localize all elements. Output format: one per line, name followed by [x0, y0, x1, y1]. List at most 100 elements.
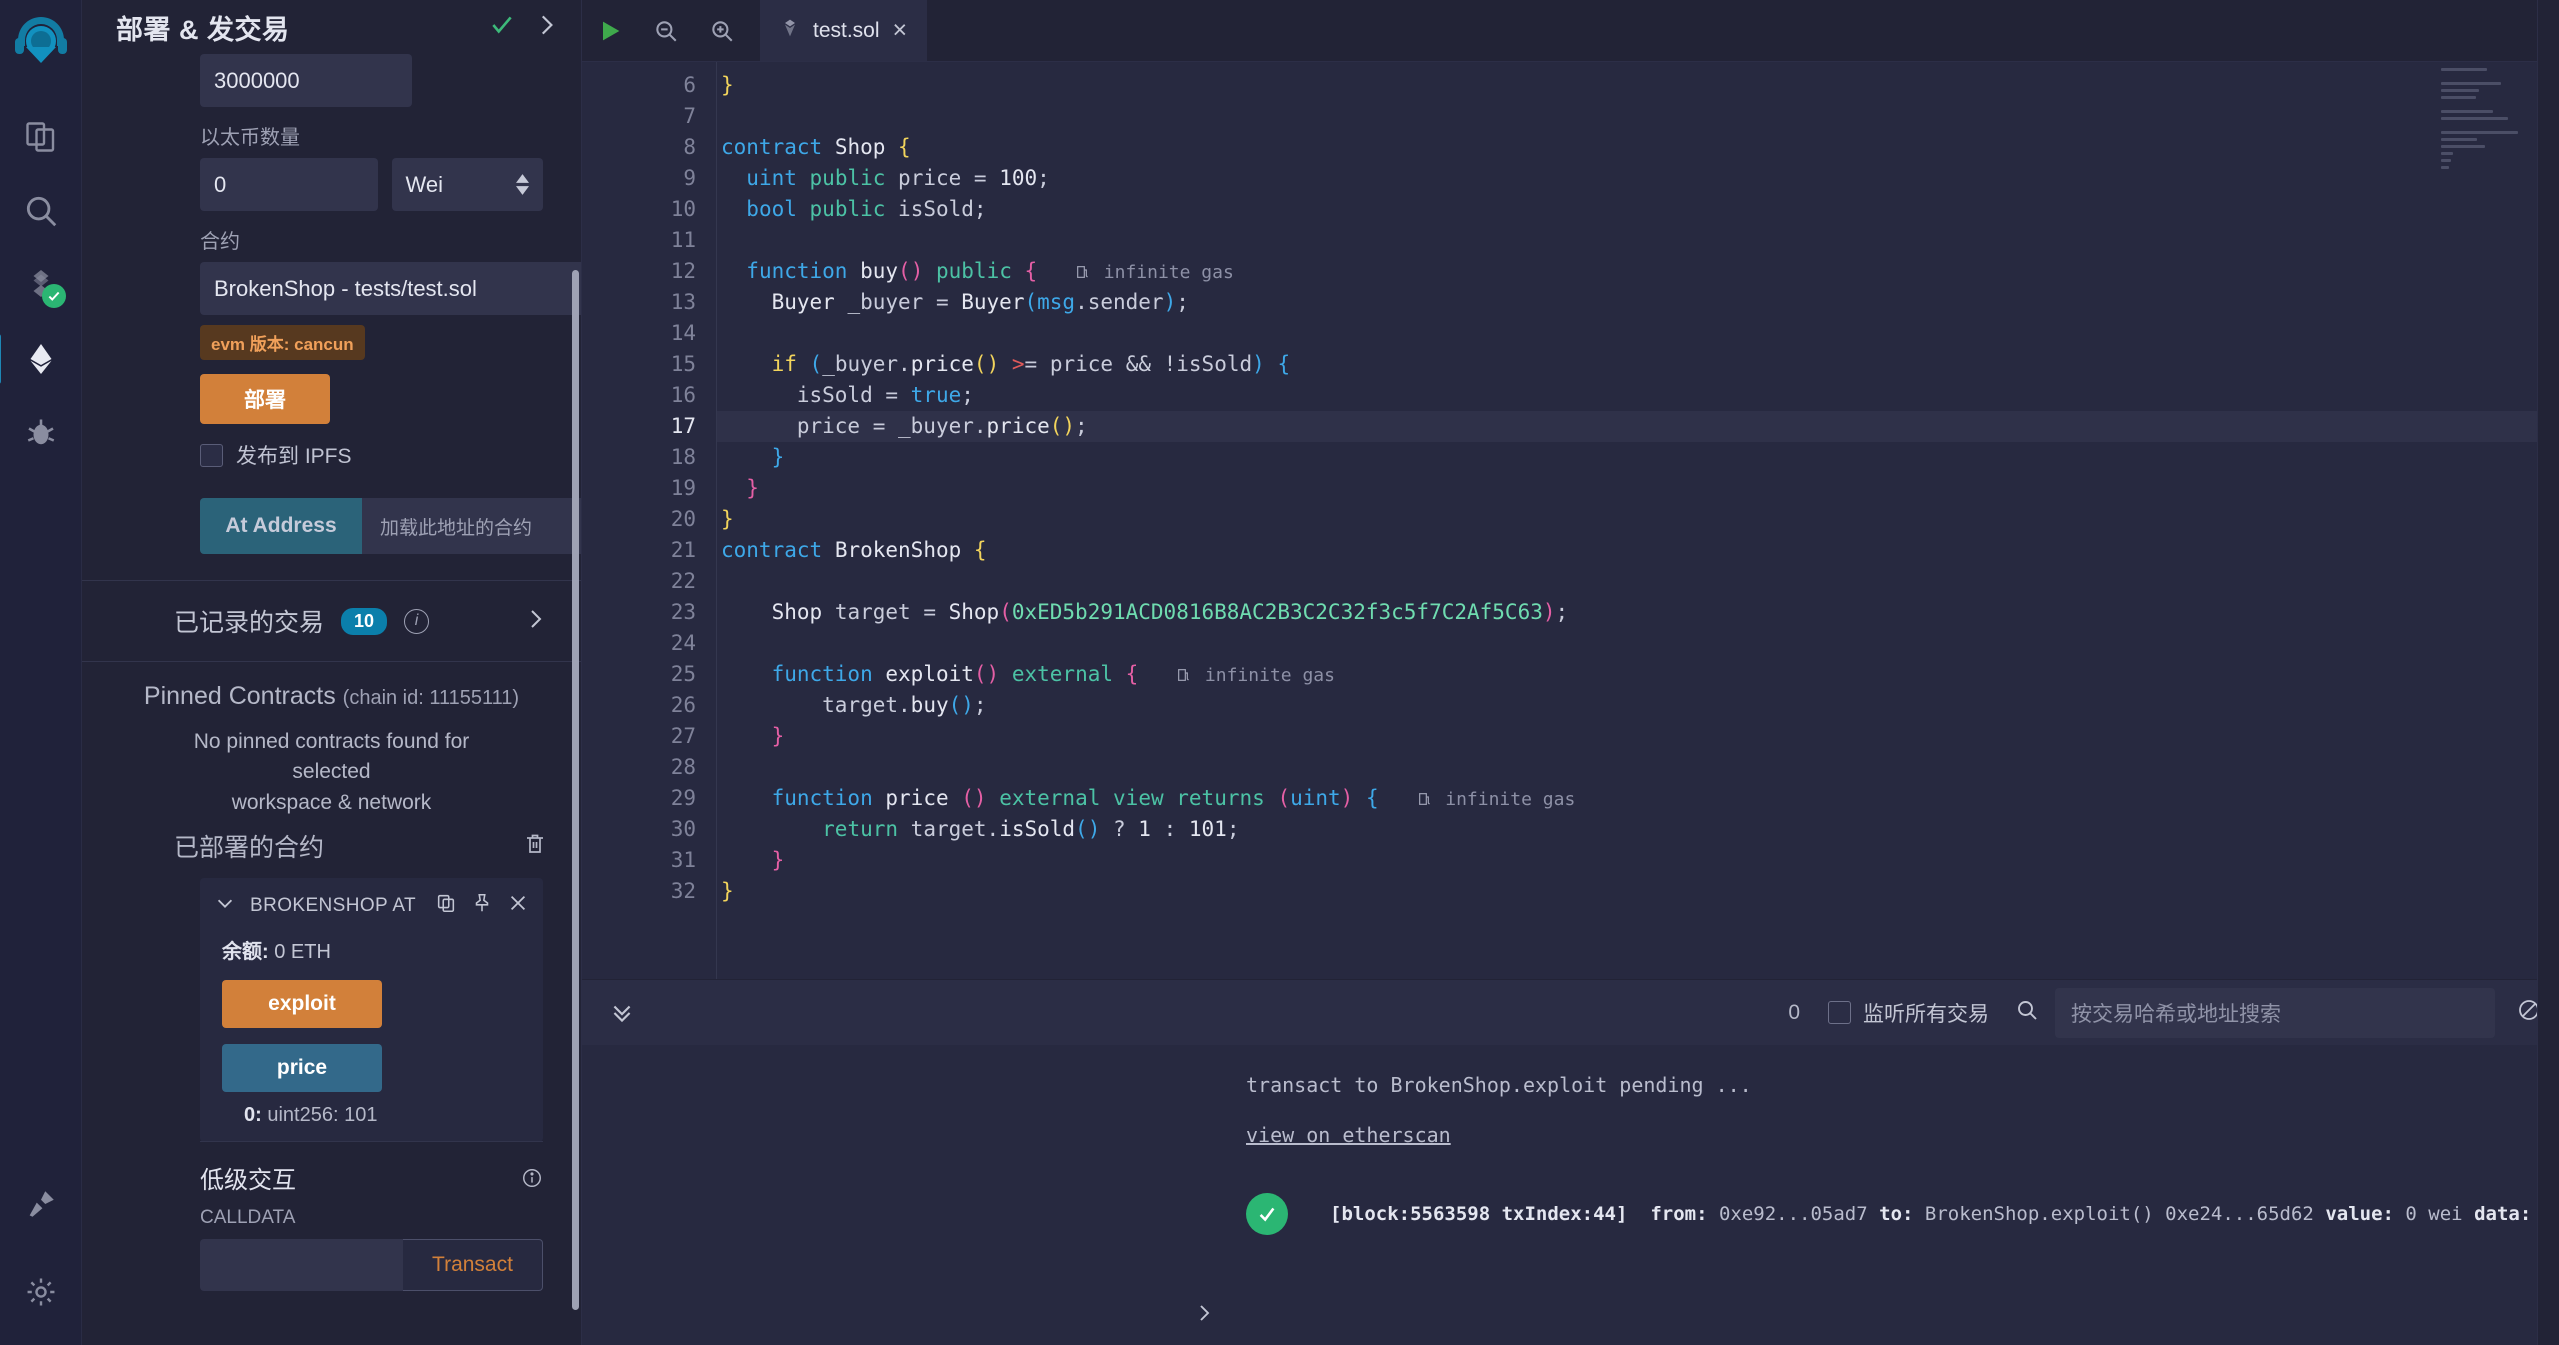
recorded-transactions-section[interactable]: 已记录的交易 10 i: [82, 581, 581, 661]
code-line: if (_buyer.price() >= price && !isSold) …: [771, 352, 1291, 376]
tx-data-label: data:: [2474, 1203, 2532, 1225]
pin-icon[interactable]: [471, 892, 493, 919]
line-number: 28: [670, 755, 696, 779]
line-number: 27: [670, 724, 696, 748]
panel-body: 3000000 以太币数量 0 Wei 合约 BrokenShop - test…: [82, 54, 581, 1292]
value-unit-select[interactable]: Wei: [391, 158, 543, 211]
terminal-transaction-row[interactable]: [block:5563598 txIndex:44] from: 0xe92..…: [582, 1177, 2559, 1251]
value-row: 0 Wei: [200, 158, 543, 211]
sidebar-item-search[interactable]: [8, 174, 74, 248]
play-icon[interactable]: [582, 0, 638, 61]
deployed-contract-card: BROKENSHOP AT 0XE24...65D62 (: [200, 878, 543, 1143]
line-number: 16: [670, 383, 696, 407]
line-number: 32: [670, 879, 696, 903]
gas-hint: infinite gas: [1204, 665, 1335, 686]
editor-tabbar: test.sol ×: [582, 0, 2559, 62]
contract-select-value: BrokenShop - tests/test.sol: [214, 275, 477, 301]
etherscan-link[interactable]: view on etherscan: [582, 1123, 1451, 1147]
line-number: 8: [683, 135, 696, 159]
solidity-file-icon: [780, 17, 800, 45]
plugin-manager-icon[interactable]: [8, 1167, 74, 1241]
gas-limit-row: 3000000 以太币数量 0 Wei 合约 BrokenShop - test…: [82, 54, 581, 554]
trash-icon[interactable]: [523, 832, 547, 861]
editor-minimap[interactable]: [2441, 68, 2537, 180]
terminal-search-input[interactable]: 按交易哈希或地址搜索: [2055, 987, 2495, 1038]
close-icon[interactable]: ×: [893, 18, 908, 43]
gas-limit-input[interactable]: 3000000: [200, 54, 412, 107]
tab-test-sol[interactable]: test.sol ×: [760, 0, 929, 61]
contract-select[interactable]: BrokenShop - tests/test.sol: [200, 262, 581, 315]
check-icon[interactable]: [489, 12, 515, 43]
tx-value-label: value:: [2325, 1203, 2394, 1225]
code-line: }: [721, 73, 734, 97]
terminal-toolbar: 0 监听所有交易 按交易哈希或地址搜索: [582, 979, 2559, 1045]
chevron-right-icon[interactable]: [1192, 1301, 1216, 1329]
zoom-out-icon[interactable]: [638, 0, 694, 61]
close-icon[interactable]: [507, 892, 529, 919]
sidebar-item-deploy-run[interactable]: [0, 322, 74, 396]
info-icon[interactable]: i: [404, 608, 430, 634]
code-editor: 6 7 8 9 10 11 12 13 14 15 16 17 18 19 20…: [582, 62, 2559, 979]
listen-all-transactions-checkbox[interactable]: [1828, 1001, 1851, 1024]
info-icon[interactable]: [521, 1167, 543, 1189]
code-line: }: [771, 848, 785, 872]
line-number: 22: [670, 569, 696, 593]
recorded-transactions-count: 10: [341, 607, 388, 635]
settings-gear-icon[interactable]: [8, 1255, 74, 1329]
at-address-button[interactable]: At Address: [200, 498, 362, 554]
line-number: 29: [670, 786, 696, 810]
price-result-key: 0:: [244, 1104, 262, 1127]
line-number: 31: [670, 848, 696, 872]
value-amount-label: 以太币数量: [200, 127, 300, 149]
chevrons-down-icon[interactable]: [594, 1000, 650, 1026]
line-number: 7: [683, 104, 696, 128]
remix-logo[interactable]: [10, 14, 72, 76]
deployed-contract-header[interactable]: BROKENSHOP AT 0XE24...65D62 (: [200, 892, 543, 919]
sidebar-item-solidity-compiler[interactable]: [8, 248, 74, 322]
tx-from-value: 0xe92...05ad7: [1718, 1203, 1868, 1225]
calldata-input[interactable]: [200, 1239, 403, 1292]
deploy-button[interactable]: 部署: [200, 374, 330, 424]
evm-version-badge[interactable]: evm 版本: cancun: [200, 325, 365, 360]
deploy-run-panel: 部署 & 发交易 3000000 以太币数量 0 Wei 合约 BrokenSh…: [82, 0, 582, 1345]
line-number: 12: [670, 259, 696, 283]
chevron-right-icon[interactable]: [523, 607, 547, 636]
sidebar-item-file-explorer[interactable]: [8, 100, 74, 174]
chevron-down-icon[interactable]: [214, 892, 236, 919]
chevron-right-icon[interactable]: [533, 12, 559, 43]
price-button[interactable]: price: [222, 1044, 382, 1093]
sidebar-item-debugger[interactable]: [8, 396, 74, 470]
value-amount-input[interactable]: 0: [200, 158, 378, 211]
code-line: function buy() public { infinite gas: [746, 259, 1234, 283]
publish-ipfs-checkbox[interactable]: [200, 443, 223, 467]
deployed-contract-name: BROKENSHOP AT 0XE24...65D62 (: [250, 894, 421, 916]
code-line: Shop target = Shop(0xED5b291ACD0816B8AC2…: [771, 600, 1569, 624]
panel-scrollbar[interactable]: [572, 270, 579, 1310]
pinned-contracts-empty: No pinned contracts found for selected w…: [82, 711, 581, 818]
tx-to-label: to:: [1879, 1203, 1914, 1225]
balance-value: 0 ETH: [274, 941, 331, 964]
transact-button[interactable]: Transact: [403, 1239, 543, 1292]
at-address-input[interactable]: 加载此地址的合约: [362, 498, 581, 554]
check-circle-icon: [1246, 1193, 1288, 1235]
calldata-label: CALLDATA: [200, 1207, 296, 1229]
code-line: bool public isSold;: [746, 197, 987, 221]
code-line: uint public price = 100;: [746, 166, 1050, 190]
copy-icon[interactable]: [435, 892, 457, 919]
panel-header: 部署 & 发交易: [82, 0, 581, 54]
line-number: 26: [670, 693, 696, 717]
code-line: Buyer _buyer = Buyer(msg.sender);: [771, 290, 1189, 314]
code-line: }: [771, 445, 785, 469]
publish-ipfs-row[interactable]: 发布到 IPFS: [200, 440, 543, 470]
zoom-in-icon[interactable]: [694, 0, 750, 61]
exploit-button[interactable]: exploit: [222, 980, 382, 1029]
contract-balance: 余额: 0 ETH: [200, 919, 543, 964]
line-number: 9: [683, 166, 696, 190]
search-icon[interactable]: [2015, 998, 2039, 1027]
tx-block: [block:5563598 txIndex:44]: [1330, 1203, 1628, 1225]
code-line: contract BrokenShop {: [721, 538, 987, 562]
code-content[interactable]: } contract Shop { uint public price = 10…: [716, 62, 2559, 979]
